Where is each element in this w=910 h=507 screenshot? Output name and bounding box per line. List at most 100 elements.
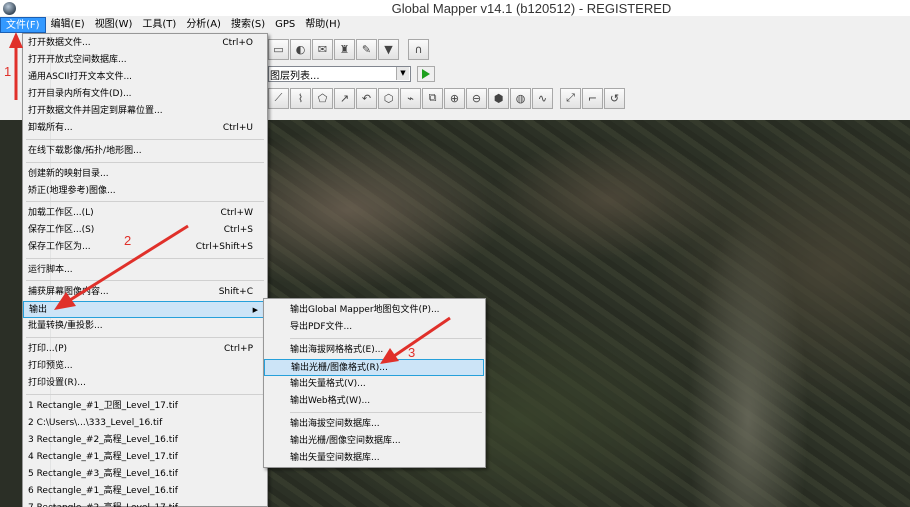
digitize-line-icon[interactable]: ⟋ [268, 87, 289, 109]
menu-help[interactable]: 帮助(H) [300, 17, 345, 33]
menu-item-label: 输出Web格式(W)... [290, 396, 371, 406]
file-menu-item[interactable]: 1 Rectangle_#1_卫图_Level_17.tif [23, 398, 267, 415]
menu-item-label: 打开开放式空间数据库... [28, 55, 127, 65]
menu-item-label: 打开数据文件... [28, 38, 91, 48]
menu-item-label: 打印...(P) [28, 344, 68, 354]
file-menu-item[interactable]: 输出 ▶ [23, 301, 267, 318]
pencil-icon[interactable]: ✎ [356, 38, 377, 60]
annotation-step-2: 2 [124, 233, 132, 248]
menu-separator [290, 338, 482, 339]
menu-view[interactable]: 视图(W) [90, 17, 138, 33]
file-menu-item[interactable]: 打印...(P) Ctrl+P [23, 341, 267, 358]
move-vertex-icon[interactable]: ↗ [334, 87, 355, 109]
export-menu-item[interactable]: 输出Global Mapper地图包文件(P)... [264, 302, 484, 319]
file-menu-item[interactable]: 捕获屏幕图像内容... Shift+C [23, 284, 267, 301]
menu-item-shortcut: Shift+C [218, 287, 253, 297]
menu-separator [26, 162, 264, 163]
menu-item-label: 批量转换/重投影... [28, 321, 103, 331]
export-menu-item[interactable]: 输出光栅/图像格式(R)... [264, 359, 484, 376]
menu-item-label: 创建新的映射目录... [28, 169, 109, 179]
export-menu-item[interactable]: 导出PDF文件... [264, 319, 484, 336]
edit-shape-icon[interactable]: ⬠ [312, 87, 333, 109]
merge-icon[interactable]: ⬢ [488, 87, 509, 109]
tower-icon[interactable]: ♜ [334, 38, 355, 60]
menu-item-label: 打开目录内所有文件(D)... [28, 89, 132, 99]
file-menu-item[interactable]: 打开开放式空间数据库... [23, 52, 267, 69]
menu-item-label: 在线下载影像/拓扑/地形图... [28, 146, 142, 156]
menu-file[interactable]: 文件(F) [0, 17, 46, 33]
menu-item-label: 保存工作区...(S) [28, 225, 95, 235]
layer-list-text: 图层列表... [270, 71, 320, 82]
menu-item-label: 矫正(地理参考)图像... [28, 186, 116, 196]
rotate-icon[interactable]: ↶ [356, 87, 377, 109]
join-icon[interactable]: ⧉ [422, 87, 443, 109]
split-icon[interactable]: ⌁ [400, 87, 421, 109]
file-menu-item[interactable]: 在线下载影像/拓扑/地形图... [23, 143, 267, 160]
delete-vertex-icon[interactable]: ⊖ [466, 87, 487, 109]
file-menu-item[interactable]: 2 C:\Users\...\333_Level_16.tif [23, 415, 267, 432]
digitize-area-icon[interactable]: ⌇ [290, 87, 311, 109]
menu-tools[interactable]: 工具(T) [137, 17, 181, 33]
file-menu-item[interactable]: 批量转换/重投影... [23, 318, 267, 335]
file-menu-item[interactable]: 6 Rectangle_#1_高程_Level_16.tif [23, 483, 267, 500]
file-menu-item[interactable]: 打印设置(R)... [23, 375, 267, 392]
menu-item-shortcut: Ctrl+O [222, 38, 253, 48]
export-menu-item[interactable]: 输出矢量空间数据库... [264, 450, 484, 467]
file-menu-item[interactable]: 运行脚本... [23, 262, 267, 279]
menu-item-label: 打开数据文件并固定到屏幕位置... [28, 106, 163, 116]
export-menu-item[interactable]: 输出海拔空间数据库... [264, 416, 484, 433]
export-menu-item[interactable]: 输出矢量格式(V)... [264, 376, 484, 393]
file-menu-item[interactable]: 通用ASCII打开文本文件... [23, 69, 267, 86]
insert-vertex-icon[interactable]: ⊕ [444, 87, 465, 109]
menu-item-label: 输出矢量格式(V)... [290, 379, 366, 389]
file-menu-item[interactable]: 保存工作区为... Ctrl+Shift+S [23, 239, 267, 256]
menu-item-shortcut: Ctrl+P [224, 344, 253, 354]
file-menu-item[interactable]: 创建新的映射目录... [23, 166, 267, 183]
export-menu-item[interactable]: 输出海拔网格格式(E)... [264, 342, 484, 359]
file-menu-item[interactable]: 打开数据文件... Ctrl+O [23, 35, 267, 52]
menu-item-label: 输出矢量空间数据库... [290, 453, 380, 463]
file-menu-item[interactable]: 7 Rectangle_#2_高程_Level_17.tif [23, 500, 267, 507]
menu-item-label: 1 Rectangle_#1_卫图_Level_17.tif [28, 401, 178, 411]
chevron-down-icon[interactable]: ▼ [396, 67, 409, 80]
menu-edit[interactable]: 编辑(E) [46, 17, 90, 33]
arch-icon[interactable]: ∩ [408, 38, 429, 60]
file-menu-item[interactable]: 5 Rectangle_#3_高程_Level_16.tif [23, 466, 267, 483]
ruler-icon[interactable]: ▭ [268, 38, 289, 60]
buffer-icon[interactable]: ◍ [510, 87, 531, 109]
export-menu-item[interactable]: 输出光栅/图像空间数据库... [264, 433, 484, 450]
file-menu-item[interactable]: 4 Rectangle_#1_高程_Level_17.tif [23, 449, 267, 466]
menu-item-label: 打印设置(R)... [28, 378, 86, 388]
menu-analysis[interactable]: 分析(A) [181, 17, 226, 33]
file-menu-item[interactable]: 保存工作区...(S) Ctrl+S [23, 222, 267, 239]
menu-item-shortcut: Ctrl+S [223, 225, 253, 235]
toolbar-row-1: ▭ ◐ ✉ ♜ ✎ ▼ ∩ [268, 37, 430, 61]
file-menu-item[interactable]: 加载工作区...(L) Ctrl+W [23, 205, 267, 222]
menu-search[interactable]: 搜索(S) [226, 17, 270, 33]
file-menu-item[interactable]: 3 Rectangle_#2_高程_Level_16.tif [23, 432, 267, 449]
reshape-icon[interactable]: ⬡ [378, 87, 399, 109]
snap-icon[interactable]: ⤢ [560, 87, 581, 109]
menu-separator [290, 412, 482, 413]
file-menu-item[interactable]: 卸载所有... Ctrl+U [23, 120, 267, 137]
menu-item-shortcut: Ctrl+Shift+S [195, 242, 253, 252]
file-menu-item[interactable]: 打开目录内所有文件(D)... [23, 86, 267, 103]
export-menu-item[interactable]: 输出Web格式(W)... [264, 393, 484, 410]
file-menu-item[interactable]: 打印预览... [23, 358, 267, 375]
toolbar-row-3: ⟋ ⌇ ⬠ ↗ ↶ ⬡ ⌁ ⧉ ⊕ ⊖ ⬢ ◍ ∿ ⤢ ⌐ ↺ [268, 86, 626, 110]
undo-edit-icon[interactable]: ↺ [604, 87, 625, 109]
menu-item-label: 3 Rectangle_#2_高程_Level_16.tif [28, 435, 178, 445]
envelope-icon[interactable]: ✉ [312, 38, 333, 60]
funnel-icon[interactable]: ▼ [378, 38, 399, 60]
menu-separator [26, 280, 264, 281]
smooth-icon[interactable]: ∿ [532, 87, 553, 109]
menu-item-label: 输出光栅/图像格式(R)... [291, 363, 388, 373]
menu-item-label: 加载工作区...(L) [28, 208, 94, 218]
menu-item-label: 输出海拔网格格式(E)... [290, 345, 384, 355]
globe-info-icon[interactable]: ◐ [290, 38, 311, 60]
menu-gps[interactable]: GPS [270, 17, 300, 33]
extend-icon[interactable]: ⌐ [582, 87, 603, 109]
menu-item-shortcut: Ctrl+U [222, 123, 253, 133]
file-menu-item[interactable]: 矫正(地理参考)图像... [23, 183, 267, 200]
file-menu-item[interactable]: 打开数据文件并固定到屏幕位置... [23, 103, 267, 120]
